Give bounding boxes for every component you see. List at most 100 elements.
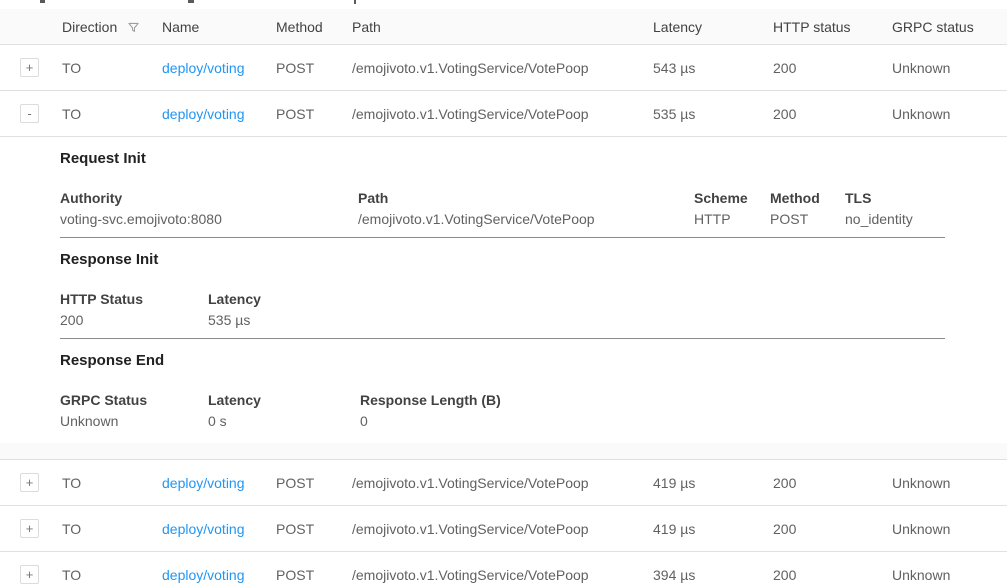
detail-section: Response End GRPC Status Unknown Latency… <box>60 339 945 429</box>
name-cell: deploy/voting <box>162 60 276 76</box>
detail-field: Latency 0 s <box>208 392 360 429</box>
column-header: GRPC status <box>892 19 1007 35</box>
http-status-cell: 200 <box>773 60 892 76</box>
path-cell: /emojivoto.v1.VotingService/VotePoop <box>352 475 653 491</box>
detail-field-value: voting-svc.emojivoto:8080 <box>60 211 358 227</box>
expand-toggle-button[interactable]: + <box>20 58 39 77</box>
method-cell: POST <box>276 475 352 491</box>
column-header-label: Latency <box>653 19 702 35</box>
detail-field: Scheme HTTP <box>694 190 770 227</box>
expand-cell: + <box>0 519 62 538</box>
detail-field-label: Method <box>770 190 845 206</box>
expand-cell: + <box>0 565 62 584</box>
path-cell: /emojivoto.v1.VotingService/VotePoop <box>352 106 653 122</box>
detail-sections: Request Init Authority voting-svc.emojiv… <box>0 137 1007 429</box>
grpc-status-cell: Unknown <box>892 60 1007 76</box>
name-cell: deploy/voting <box>162 567 276 583</box>
latency-cell: 419 µs <box>653 475 773 491</box>
tap-requests-table: DirectionNameMethodPathLatencyHTTP statu… <box>0 9 1007 586</box>
clipped-text-artifacts <box>0 0 1007 9</box>
direction-cell: TO <box>62 521 162 537</box>
detail-fields: HTTP Status 200 Latency 535 µs <box>60 291 945 328</box>
http-status-cell: 200 <box>773 106 892 122</box>
latency-cell: 535 µs <box>653 106 773 122</box>
resource-link[interactable]: deploy/voting <box>162 521 245 537</box>
column-header-label: Direction <box>62 19 117 35</box>
detail-field-label: TLS <box>845 190 913 206</box>
path-cell: /emojivoto.v1.VotingService/VotePoop <box>352 567 653 583</box>
detail-field-label: Scheme <box>694 190 770 206</box>
column-header-label: Method <box>276 19 323 35</box>
resource-link[interactable]: deploy/voting <box>162 475 245 491</box>
grpc-status-cell: Unknown <box>892 567 1007 583</box>
detail-field: TLS no_identity <box>845 190 913 227</box>
direction-cell: TO <box>62 567 162 583</box>
resource-link[interactable]: deploy/voting <box>162 106 245 122</box>
name-cell: deploy/voting <box>162 521 276 537</box>
grpc-status-cell: Unknown <box>892 521 1007 537</box>
table-row: + TO deploy/voting POST /emojivoto.v1.Vo… <box>0 45 1007 91</box>
direction-cell: TO <box>62 60 162 76</box>
rows-before-detail: + TO deploy/voting POST /emojivoto.v1.Vo… <box>0 45 1007 137</box>
resource-link[interactable]: deploy/voting <box>162 567 245 583</box>
direction-cell: TO <box>62 475 162 491</box>
expanded-row-detail: Request Init Authority voting-svc.emojiv… <box>0 137 1007 460</box>
detail-field-label: GRPC Status <box>60 392 208 408</box>
detail-fields: GRPC Status Unknown Latency 0 s Response… <box>60 392 945 429</box>
column-header: Direction <box>62 19 162 35</box>
detail-section: Request Init Authority voting-svc.emojiv… <box>60 137 945 227</box>
detail-footer-strip <box>0 443 1007 460</box>
rows-after-detail: + TO deploy/voting POST /emojivoto.v1.Vo… <box>0 460 1007 586</box>
detail-field-value: Unknown <box>60 413 208 429</box>
table-row: + TO deploy/voting POST /emojivoto.v1.Vo… <box>0 506 1007 552</box>
table-row: + TO deploy/voting POST /emojivoto.v1.Vo… <box>0 552 1007 586</box>
column-header-label: HTTP status <box>773 19 851 35</box>
column-header: Path <box>352 19 653 35</box>
detail-field-label: Response Length (B) <box>360 392 501 408</box>
latency-cell: 394 µs <box>653 567 773 583</box>
detail-field: Response Length (B) 0 <box>360 392 501 429</box>
detail-field: Authority voting-svc.emojivoto:8080 <box>60 190 358 227</box>
detail-field-label: Path <box>358 190 694 206</box>
detail-field-label: HTTP Status <box>60 291 208 307</box>
expand-toggle-button[interactable]: + <box>20 519 39 538</box>
expand-cell: + <box>0 473 62 492</box>
detail-field-value: 200 <box>60 312 208 328</box>
method-cell: POST <box>276 521 352 537</box>
path-cell: /emojivoto.v1.VotingService/VotePoop <box>352 521 653 537</box>
detail-field-value: POST <box>770 211 845 227</box>
detail-section-title: Response Init <box>60 251 945 269</box>
expand-toggle-button[interactable]: + <box>20 473 39 492</box>
detail-section: Response Init HTTP Status 200 Latency 53… <box>60 238 945 328</box>
expand-toggle-button[interactable]: + <box>20 565 39 584</box>
detail-field: HTTP Status 200 <box>60 291 208 328</box>
column-header: HTTP status <box>773 19 892 35</box>
detail-fields: Authority voting-svc.emojivoto:8080 Path… <box>60 190 945 227</box>
detail-field-value: no_identity <box>845 211 913 227</box>
method-cell: POST <box>276 567 352 583</box>
detail-field-value: 0 <box>360 413 501 429</box>
filter-icon[interactable] <box>127 21 140 34</box>
detail-field-value: 0 s <box>208 413 360 429</box>
table-row: - TO deploy/voting POST /emojivoto.v1.Vo… <box>0 91 1007 137</box>
expand-cell: - <box>0 104 62 123</box>
column-header-label: GRPC status <box>892 19 974 35</box>
http-status-cell: 200 <box>773 521 892 537</box>
table-row: + TO deploy/voting POST /emojivoto.v1.Vo… <box>0 460 1007 506</box>
column-header: Name <box>162 19 276 35</box>
name-cell: deploy/voting <box>162 106 276 122</box>
resource-link[interactable]: deploy/voting <box>162 60 245 76</box>
column-header-label: Name <box>162 19 199 35</box>
detail-field-value: /emojivoto.v1.VotingService/VotePoop <box>358 211 694 227</box>
method-cell: POST <box>276 60 352 76</box>
expand-toggle-button[interactable]: - <box>20 104 39 123</box>
latency-cell: 543 µs <box>653 60 773 76</box>
method-cell: POST <box>276 106 352 122</box>
path-cell: /emojivoto.v1.VotingService/VotePoop <box>352 60 653 76</box>
detail-field: Path /emojivoto.v1.VotingService/VotePoo… <box>358 190 694 227</box>
detail-field: Method POST <box>770 190 845 227</box>
expand-cell: + <box>0 58 62 77</box>
detail-field-label: Authority <box>60 190 358 206</box>
detail-field-label: Latency <box>208 392 360 408</box>
detail-field: Latency 535 µs <box>208 291 261 328</box>
